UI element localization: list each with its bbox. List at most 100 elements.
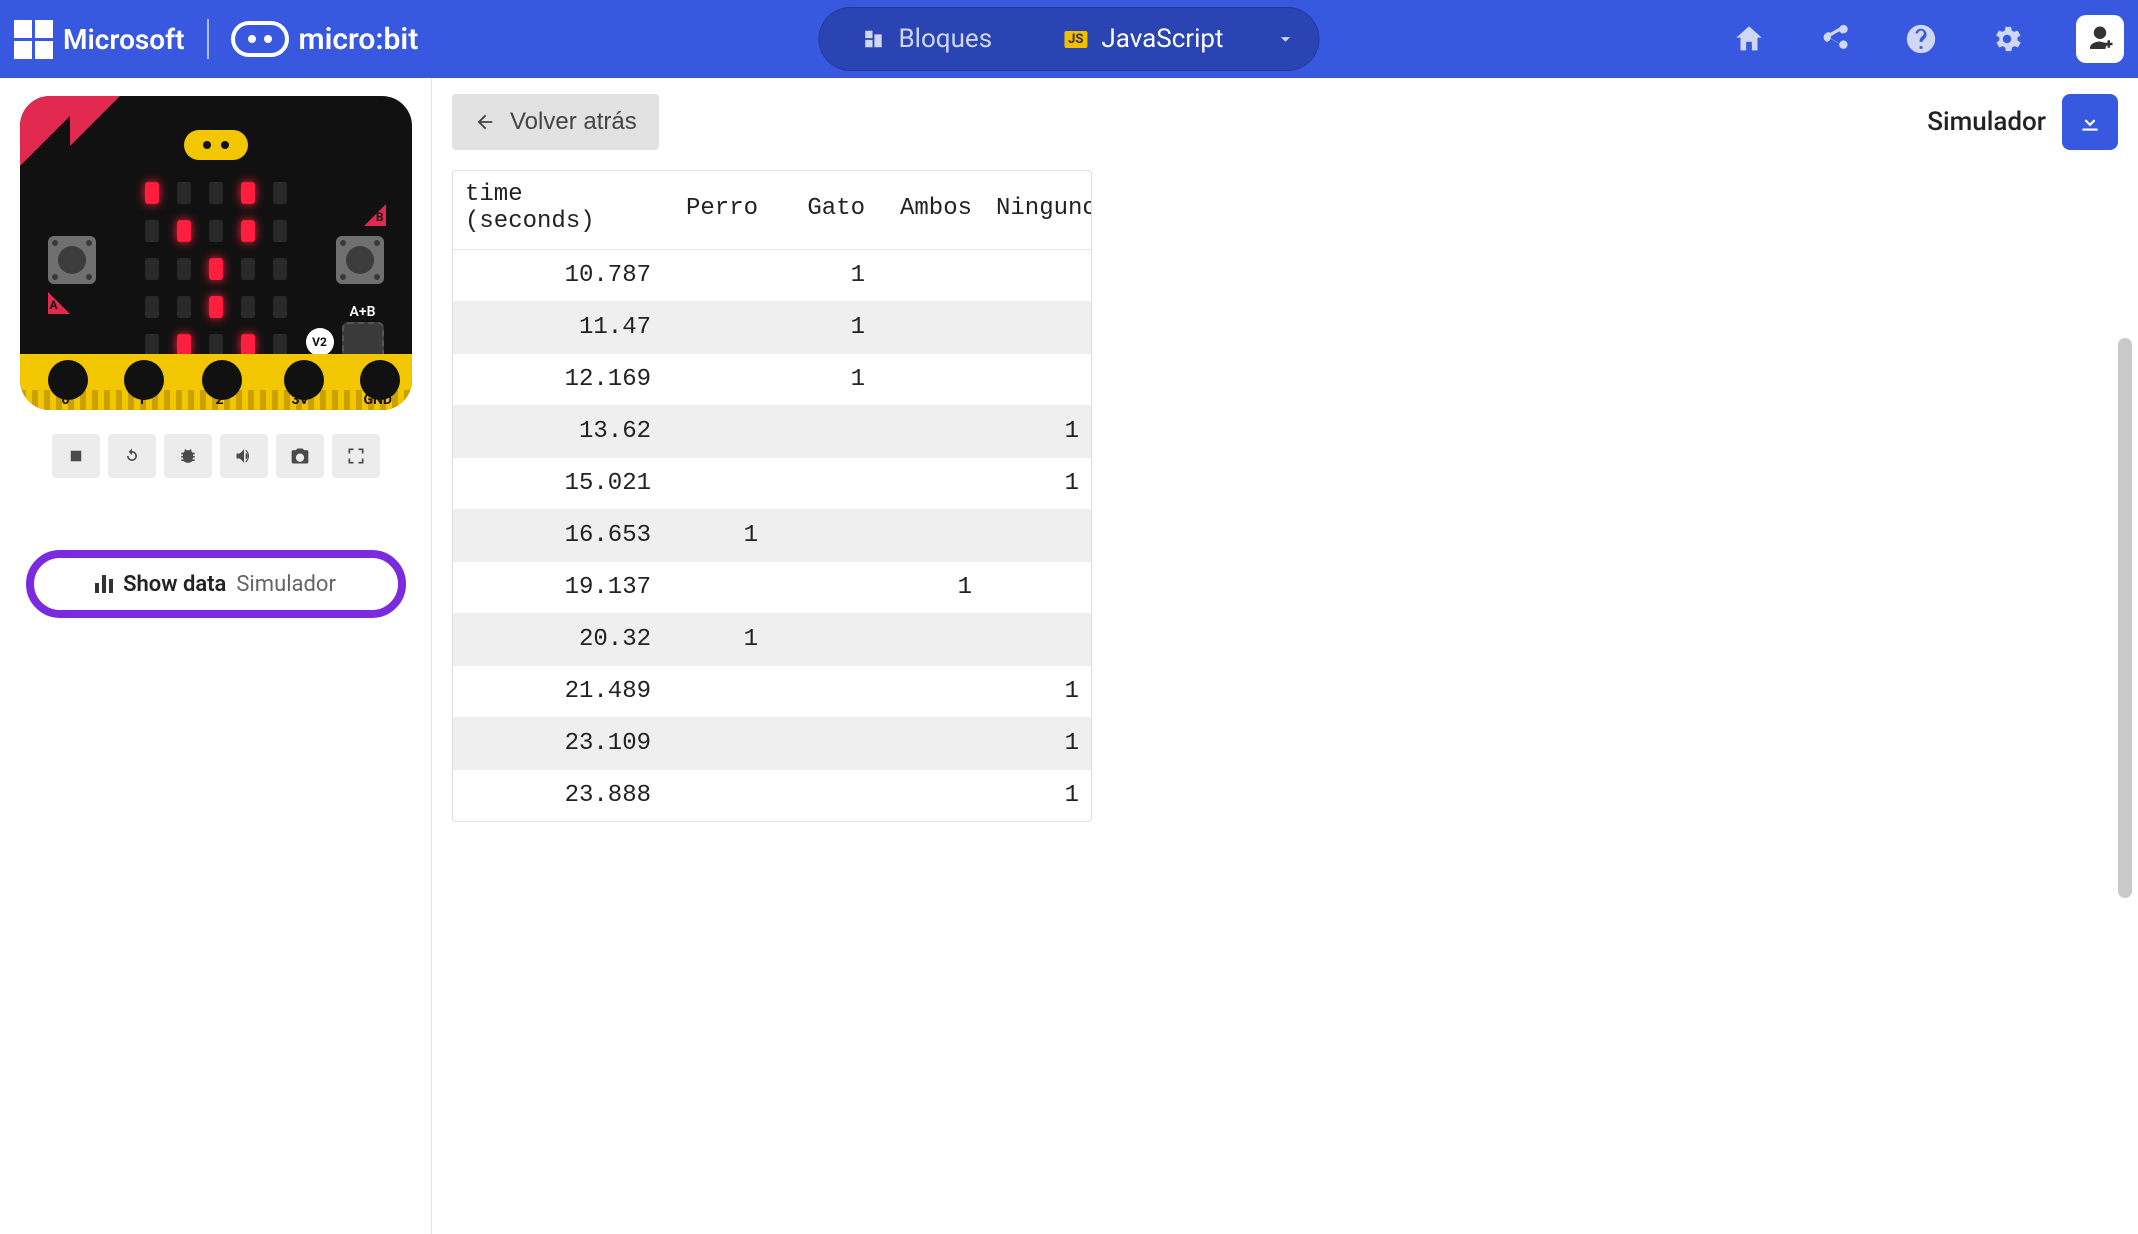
cell: 1 [984, 666, 1091, 718]
microbit-logo[interactable]: micro:bit [231, 21, 419, 57]
cell [984, 250, 1091, 302]
cell: 1 [984, 770, 1091, 822]
back-button[interactable]: Volver atrás [452, 94, 659, 150]
cell: 10.787 [453, 250, 663, 302]
left-panel: A+B V2 0 1 2 3V GND [0, 78, 432, 1234]
led-1-2 [209, 220, 223, 242]
stop-icon [67, 447, 85, 465]
cell [877, 718, 984, 770]
help-icon[interactable] [1904, 22, 1938, 56]
cell: 12.169 [453, 354, 663, 406]
mute-button[interactable] [220, 434, 268, 478]
top-icon-group [1732, 15, 2124, 63]
brand-separator [207, 19, 209, 59]
user-button[interactable] [2076, 15, 2124, 63]
led-3-3 [241, 296, 255, 318]
col-header: Gato [770, 171, 877, 250]
cell [877, 770, 984, 822]
table-row: 21.4891 [453, 666, 1091, 718]
fullscreen-button[interactable] [332, 434, 380, 478]
button-a[interactable] [48, 236, 96, 284]
stop-button[interactable] [52, 434, 100, 478]
table-row: 13.621 [453, 406, 1091, 458]
pin-label: 1 [138, 392, 146, 408]
table-row: 23.888 1 [453, 770, 1091, 822]
cell: 1 [770, 354, 877, 406]
cell: 15.021 [453, 458, 663, 510]
download-button[interactable] [2062, 94, 2118, 150]
tab-blocks[interactable]: Bloques [826, 7, 1028, 71]
scrollbar-thumb[interactable] [2118, 338, 2132, 898]
cell [663, 770, 770, 822]
user-add-icon [2085, 24, 2115, 54]
led-0-4 [273, 182, 287, 204]
pin-label: GND [364, 392, 393, 408]
layout: A+B V2 0 1 2 3V GND [0, 78, 2138, 1234]
cell: 19.137 [453, 562, 663, 614]
cell: 1 [770, 250, 877, 302]
col-header: Perro [663, 171, 770, 250]
button-b[interactable] [336, 236, 384, 284]
table-row: 23.1091 [453, 718, 1091, 770]
sim-head-icon [184, 130, 248, 160]
led-0-1 [177, 182, 191, 204]
led-3-0 [145, 296, 159, 318]
led-2-2 [209, 258, 223, 280]
cell: 1 [770, 302, 877, 354]
cell [770, 614, 877, 666]
ab-label: A+B [350, 304, 376, 320]
cell [770, 510, 877, 562]
cell [663, 302, 770, 354]
cell [663, 250, 770, 302]
led-4-3 [241, 334, 255, 356]
table-row: 20.321 [453, 614, 1091, 666]
table-row: 12.169 1 [453, 354, 1091, 406]
microsoft-logo[interactable]: Microsoft [14, 20, 185, 59]
led-2-4 [273, 258, 287, 280]
show-data-button[interactable]: Show data Simulador [26, 550, 406, 618]
cell [770, 666, 877, 718]
cell [770, 458, 877, 510]
led-1-4 [273, 220, 287, 242]
sound-icon [234, 446, 254, 466]
data-table-wrap: time (seconds)PerroGatoAmbosNinguno 10.7… [452, 170, 1092, 822]
cell: 16.653 [453, 510, 663, 562]
pin-label: 2 [216, 392, 224, 408]
share-icon[interactable] [1818, 22, 1852, 56]
led-1-3 [241, 220, 255, 242]
cell [663, 562, 770, 614]
a-marker-icon [48, 292, 70, 314]
cell [877, 614, 984, 666]
cell [877, 406, 984, 458]
table-row: 15.0211 [453, 458, 1091, 510]
table-header-row: time (seconds)PerroGatoAmbosNinguno [453, 171, 1091, 250]
debug-button[interactable] [164, 434, 212, 478]
microsoft-icon [14, 20, 53, 59]
restart-button[interactable] [108, 434, 156, 478]
home-icon[interactable] [1732, 22, 1766, 56]
editor-dropdown[interactable] [1260, 28, 1312, 50]
cell [770, 406, 877, 458]
cell: 1 [984, 718, 1091, 770]
screenshot-button[interactable] [276, 434, 324, 478]
refresh-icon [122, 446, 142, 466]
cell: 20.32 [453, 614, 663, 666]
data-table: time (seconds)PerroGatoAmbosNinguno 10.7… [453, 171, 1091, 821]
show-data-label: Show data [123, 572, 226, 597]
sim-toolbar [52, 434, 380, 478]
led-grid [141, 178, 291, 360]
tab-javascript[interactable]: JS JavaScript [1028, 7, 1259, 71]
download-icon [2077, 109, 2103, 135]
tab-blocks-label: Bloques [898, 24, 992, 54]
col-header: Ninguno [984, 171, 1091, 250]
cell [663, 354, 770, 406]
led-2-1 [177, 258, 191, 280]
cell [877, 666, 984, 718]
cell [877, 302, 984, 354]
simulator[interactable]: A+B V2 0 1 2 3V GND [20, 96, 412, 410]
gear-icon[interactable] [1990, 22, 2024, 56]
col-header: time (seconds) [453, 171, 663, 250]
table-body: 10.787111.47112.169113.62115.021116.6531… [453, 250, 1091, 822]
cell [770, 718, 877, 770]
cell: 23.888 [453, 770, 663, 822]
